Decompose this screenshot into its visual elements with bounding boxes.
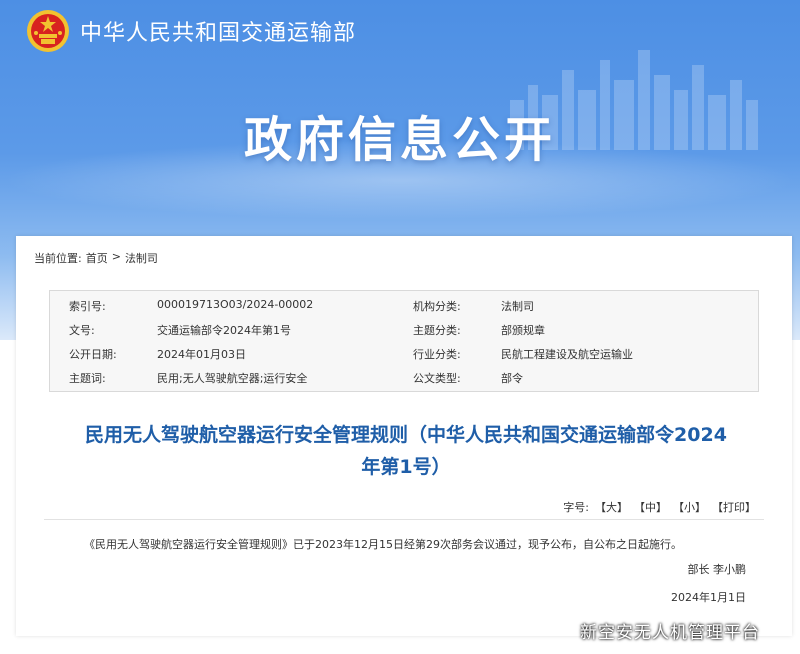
info-value: 民航工程建设及航空运输业	[501, 348, 633, 361]
info-row: 文号: 交通运输部令2024年第1号 主题分类: 部颁规章	[50, 317, 758, 341]
info-value: 部令	[501, 372, 523, 385]
info-value: 法制司	[501, 300, 534, 313]
info-key: 机构分类:	[413, 300, 461, 313]
document-title-line: 民用无人驾驶航空器运行安全管理规则（中华人民共和国交通运输部令2024	[85, 424, 727, 446]
banner-title: 政府信息公开	[243, 112, 556, 168]
site-name[interactable]: 中华人民共和国交通运输部	[80, 15, 356, 47]
watermark: 新空安无人机管理平台	[580, 623, 760, 643]
info-table: 索引号: 000019713O03/2024-00002 机构分类: 法制司 文…	[49, 290, 759, 392]
site-header[interactable]: 中华人民共和国交通运输部	[26, 8, 356, 54]
info-key: 索引号:	[69, 300, 106, 313]
info-value: 2024年01月03日	[157, 348, 246, 361]
document-title: 民用无人驾驶航空器运行安全管理规则（中华人民共和国交通运输部令2024 年第1号…	[46, 419, 766, 483]
font-medium-button[interactable]: 【中】	[634, 499, 667, 515]
info-row: 主题词: 民用;无人驾驶航空器;运行安全 公文类型: 部令	[50, 365, 758, 389]
info-row: 索引号: 000019713O03/2024-00002 机构分类: 法制司	[50, 293, 758, 317]
national-emblem-icon	[27, 10, 69, 52]
info-value: 000019713O03/2024-00002	[157, 298, 314, 311]
document-body: 《民用无人驾驶航空器运行安全管理规则》已于2023年12月15日经第29次部务会…	[84, 538, 682, 551]
content-card: 当前位置: 首页 > 法制司 索引号: 000019713O03/2024-00…	[16, 236, 792, 636]
info-key: 主题词:	[69, 372, 106, 385]
divider	[44, 519, 764, 520]
document-date: 2024年1月1日	[671, 591, 746, 604]
info-value: 交通运输部令2024年第1号	[157, 324, 291, 337]
font-large-button[interactable]: 【大】	[595, 499, 628, 515]
breadcrumb-home-link[interactable]: 首页	[86, 250, 108, 266]
info-key: 行业分类:	[413, 348, 461, 361]
info-value: 部颁规章	[501, 324, 545, 337]
info-row: 公开日期: 2024年01月03日 行业分类: 民航工程建设及航空运输业	[50, 341, 758, 365]
document-title-line: 年第1号）	[361, 456, 451, 478]
print-button[interactable]: 【打印】	[712, 499, 756, 515]
info-key: 主题分类:	[413, 324, 461, 337]
breadcrumb-separator: >	[111, 250, 121, 263]
info-key: 文号:	[69, 324, 95, 337]
document-signer: 部长 李小鹏	[687, 563, 747, 576]
info-value: 民用;无人驾驶航空器;运行安全	[157, 372, 308, 385]
info-key: 公文类型:	[413, 372, 461, 385]
breadcrumb-current-link[interactable]: 法制司	[125, 250, 158, 266]
breadcrumb: 当前位置: 首页 > 法制司	[34, 250, 158, 266]
font-size-label: 字号:	[563, 501, 589, 514]
breadcrumb-label: 当前位置:	[34, 252, 82, 265]
info-key: 公开日期:	[69, 348, 117, 361]
font-size-bar: 字号: 【大】 【中】 【小】 【打印】	[563, 499, 756, 515]
font-small-button[interactable]: 【小】	[673, 499, 706, 515]
